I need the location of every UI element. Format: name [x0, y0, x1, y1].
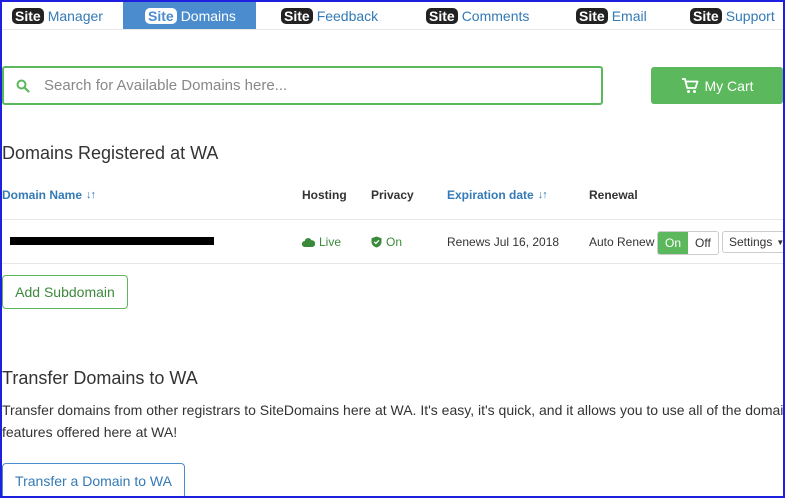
site-badge: Site [145, 7, 177, 24]
column-expiration[interactable]: Expiration date ↓↑ [447, 188, 548, 202]
site-badge: Site [281, 7, 313, 24]
column-label: Privacy [371, 188, 414, 202]
search-input[interactable] [42, 76, 586, 95]
tab-manager[interactable]: Site Manager [12, 2, 103, 29]
column-label: Hosting [302, 188, 347, 202]
site-badge: Site [426, 7, 458, 24]
site-badge: Site [690, 7, 722, 24]
tab-email[interactable]: Site Email [576, 2, 647, 29]
redacted-domain-name [10, 237, 214, 245]
tab-label: Domains [180, 7, 236, 24]
auto-renew-label: Auto Renew [589, 235, 655, 249]
toggle-off-button[interactable]: Off [688, 232, 718, 254]
tab-support[interactable]: Site Support [690, 2, 775, 29]
transfer-domain-button[interactable]: Transfer a Domain to WA [2, 463, 185, 496]
domain-search-box[interactable] [2, 66, 603, 105]
privacy-value: On [386, 235, 403, 249]
registered-title: Domains Registered at WA [2, 143, 219, 163]
column-label: Renewal [589, 188, 638, 202]
column-label: Domain Name [2, 188, 83, 202]
sort-icon: ↓↑ [86, 189, 96, 201]
tab-label: Support [725, 7, 775, 24]
table-divider [2, 219, 783, 220]
cloud-icon [302, 237, 315, 247]
cart-icon [681, 77, 698, 93]
settings-label: Settings [729, 235, 773, 249]
tab-label: Email [611, 7, 647, 24]
sort-icon: ↓↑ [537, 189, 548, 201]
toggle-on-button[interactable]: On [658, 232, 689, 254]
site-badge: Site [576, 7, 608, 24]
privacy-status: On [371, 235, 402, 249]
column-label: Expiration date [447, 188, 534, 202]
site-badge: Site [12, 7, 44, 24]
table-divider [2, 263, 783, 264]
column-renewal: Renewal [589, 188, 638, 202]
tab-label: Comments [461, 7, 530, 24]
hosting-status: Live [302, 235, 341, 249]
add-subdomain-button[interactable]: Add Subdomain [2, 275, 128, 309]
transfer-description: Transfer domains from other registrars t… [2, 402, 785, 440]
transfer-title: Transfer Domains to WA [2, 368, 198, 388]
search-icon [16, 79, 30, 93]
tab-feedback[interactable]: Site Feedback [281, 2, 378, 29]
column-hosting: Hosting [302, 188, 347, 202]
cart-label: My Cart [704, 77, 754, 94]
column-privacy: Privacy [371, 188, 414, 202]
tab-comments[interactable]: Site Comments [426, 2, 529, 29]
shield-icon [371, 236, 382, 248]
hosting-value: Live [319, 235, 342, 249]
column-domain-name[interactable]: Domain Name ↓↑ [2, 188, 96, 202]
caret-down-icon: ▼ [776, 237, 785, 247]
my-cart-button[interactable]: My Cart [651, 67, 783, 104]
tab-label: Manager [47, 7, 103, 24]
settings-dropdown[interactable]: Settings ▼ [722, 231, 785, 253]
tab-label: Feedback [316, 7, 379, 24]
expiration-value: Renews Jul 16, 2018 [447, 235, 560, 249]
top-nav: Site Manager Site Domains Site Feedback … [2, 2, 783, 30]
tab-domains[interactable]: Site Domains [123, 2, 256, 29]
app-frame: Site Manager Site Domains Site Feedback … [0, 0, 785, 498]
auto-renew-toggle[interactable]: On Off [657, 231, 719, 255]
